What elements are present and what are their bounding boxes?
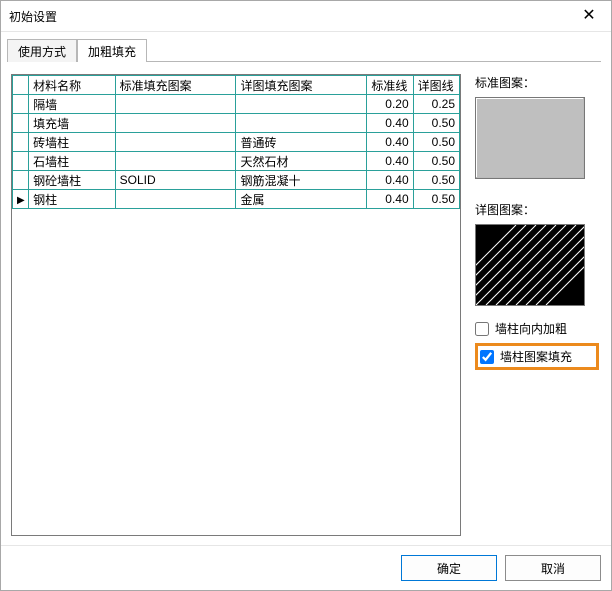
cell-name[interactable]: 隔墙 (29, 95, 116, 114)
checkbox-inner-bold-label: 墙柱向内加粗 (495, 320, 567, 337)
cell-dl[interactable]: 0.50 (413, 171, 459, 190)
checkbox-pattern-fill[interactable]: 墙柱图案填充 (480, 348, 572, 365)
checkbox-pattern-fill-label: 墙柱图案填充 (500, 348, 572, 365)
highlight-strikethrough-checkbox: 墙柱图案填充 (475, 343, 599, 370)
cell-std[interactable] (115, 190, 236, 209)
cell-sl[interactable]: 0.40 (367, 114, 413, 133)
cell-name[interactable]: 填充墙 (29, 114, 116, 133)
std-pattern-label: 标准图案： (475, 74, 599, 91)
cell-det[interactable] (236, 114, 367, 133)
cancel-button[interactable]: 取消 (505, 555, 601, 581)
checkbox-inner-bold-input[interactable] (475, 322, 489, 336)
spacer (475, 185, 599, 195)
cell-sl[interactable]: 0.40 (367, 190, 413, 209)
cell-name[interactable]: 砖墙柱 (29, 133, 116, 152)
close-button[interactable]: ✕ (567, 1, 611, 31)
tab-label: 使用方式 (18, 43, 66, 60)
row-marker (13, 152, 29, 171)
cell-std[interactable] (115, 95, 236, 114)
cell-name[interactable]: 钢柱 (29, 190, 116, 209)
hatch-icon (476, 225, 584, 305)
cell-std[interactable] (115, 114, 236, 133)
cell-sl[interactable]: 0.40 (367, 171, 413, 190)
table-row[interactable]: 钢砼墙柱SOLID钢筋混凝十0.400.50 (13, 171, 460, 190)
col-det-pattern[interactable]: 详图填充图案 (236, 76, 367, 95)
material-table: 材料名称 标准填充图案 详图填充图案 标准线 详图线 隔墙0.200.25填充墙… (12, 75, 460, 209)
row-marker (13, 95, 29, 114)
ok-button-label: 确定 (437, 560, 461, 577)
det-pattern-swatch[interactable] (475, 224, 585, 306)
cell-sl[interactable]: 0.20 (367, 95, 413, 114)
checkbox-pattern-fill-input[interactable] (480, 350, 494, 364)
cell-sl[interactable]: 0.40 (367, 152, 413, 171)
col-std-pattern[interactable]: 标准填充图案 (115, 76, 236, 95)
tab-bold-fill[interactable]: 加粗填充 (77, 39, 147, 62)
titlebar: 初始设置 ✕ (1, 1, 611, 32)
row-marker: ▶ (13, 190, 29, 209)
cell-dl[interactable]: 0.50 (413, 133, 459, 152)
cell-std[interactable] (115, 152, 236, 171)
client-area: 材料名称 标准填充图案 详图填充图案 标准线 详图线 隔墙0.200.25填充墙… (1, 62, 611, 545)
cell-std[interactable]: SOLID (115, 171, 236, 190)
current-row-icon: ▶ (17, 195, 25, 206)
tab-label: 加粗填充 (88, 43, 136, 60)
cell-name[interactable]: 钢砼墙柱 (29, 171, 116, 190)
det-pattern-label: 详图图案： (475, 201, 599, 218)
row-marker (13, 114, 29, 133)
cell-dl[interactable]: 0.50 (413, 114, 459, 133)
side-panel: 标准图案： 详图图案： (475, 74, 599, 539)
table-row[interactable]: 砖墙柱 普通砖0.400.50 (13, 133, 460, 152)
table-row[interactable]: ▶ 钢柱 金属0.400.50 (13, 190, 460, 209)
ok-button[interactable]: 确定 (401, 555, 497, 581)
tab-strip: 使用方式 加粗填充 (1, 38, 611, 62)
cell-dl[interactable]: 0.50 (413, 152, 459, 171)
material-table-container[interactable]: 材料名称 标准填充图案 详图填充图案 标准线 详图线 隔墙0.200.25填充墙… (11, 74, 461, 536)
cell-det[interactable]: 金属 (236, 190, 367, 209)
cell-std[interactable] (115, 133, 236, 152)
table-header-row: 材料名称 标准填充图案 详图填充图案 标准线 详图线 (13, 76, 460, 95)
col-material-name[interactable]: 材料名称 (29, 76, 116, 95)
window-title: 初始设置 (9, 8, 567, 25)
close-icon: ✕ (582, 8, 595, 24)
cell-det[interactable] (236, 95, 367, 114)
table-row[interactable]: 隔墙 0.200.25 (13, 95, 460, 114)
col-std-line[interactable]: 标准线 (367, 76, 413, 95)
tab-usage[interactable]: 使用方式 (7, 39, 77, 62)
table-row[interactable]: 石墙柱 天然石材0.400.50 (13, 152, 460, 171)
row-marker (13, 171, 29, 190)
cell-dl[interactable]: 0.50 (413, 190, 459, 209)
checkbox-inner-bold[interactable]: 墙柱向内加粗 (475, 320, 599, 337)
cell-det[interactable]: 钢筋混凝十 (236, 171, 367, 190)
cell-name[interactable]: 石墙柱 (29, 152, 116, 171)
cell-det[interactable]: 天然石材 (236, 152, 367, 171)
col-det-line[interactable]: 详图线 (413, 76, 459, 95)
dialog-footer: 确定 取消 (1, 545, 611, 590)
std-pattern-swatch[interactable] (475, 97, 585, 179)
row-marker (13, 133, 29, 152)
cancel-button-label: 取消 (541, 560, 565, 577)
dialog-window: 初始设置 ✕ 使用方式 加粗填充 (0, 0, 612, 591)
table-row[interactable]: 填充墙 0.400.50 (13, 114, 460, 133)
cell-dl[interactable]: 0.25 (413, 95, 459, 114)
cell-sl[interactable]: 0.40 (367, 133, 413, 152)
cell-det[interactable]: 普通砖 (236, 133, 367, 152)
row-marker-header (13, 76, 29, 95)
